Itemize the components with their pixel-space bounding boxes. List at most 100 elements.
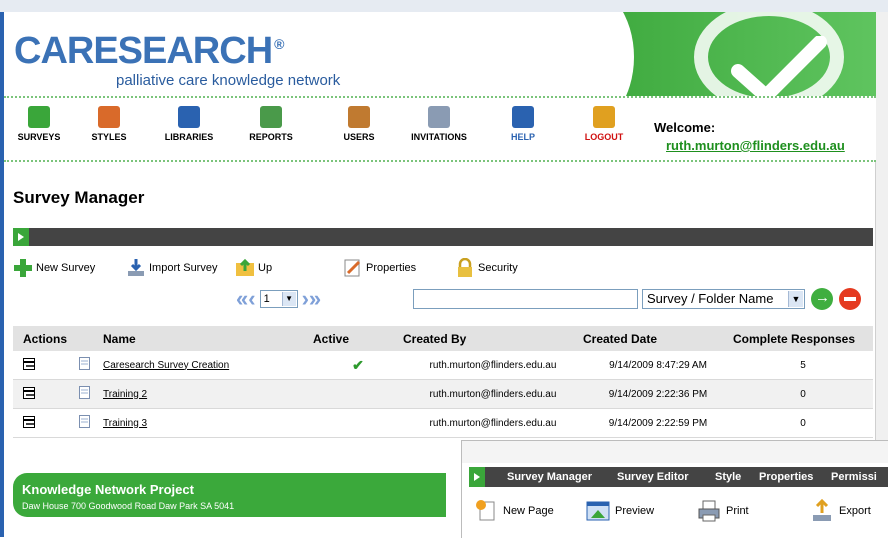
chevron-down-icon: ▼ (281, 292, 296, 306)
surveys-icon (28, 106, 50, 128)
editor-toolbar: New Page Preview Print Export (474, 497, 888, 527)
created-by-cell: ruth.murton@flinders.edu.au (403, 408, 583, 438)
document-icon (79, 351, 103, 380)
nav-label: HELP (510, 132, 535, 142)
tab-survey-editor[interactable]: Survey Editor (617, 471, 689, 483)
play-icon[interactable] (469, 467, 485, 487)
clear-search-button[interactable] (839, 288, 861, 310)
col-created-date[interactable]: Created Date (583, 326, 733, 351)
nav-reports[interactable]: REPORTS (236, 106, 306, 142)
col-complete-responses[interactable]: Complete Responses (733, 326, 873, 351)
reports-icon (260, 106, 282, 128)
actions-menu-icon[interactable] (13, 408, 79, 438)
survey-name-link[interactable]: Training 2 (103, 389, 147, 400)
table-header-row: Actions Name Active Created By Created D… (13, 326, 873, 351)
survey-table: Actions Name Active Created By Created D… (13, 326, 873, 438)
new-survey-button[interactable]: New Survey (13, 256, 95, 280)
preview-icon (586, 499, 610, 523)
created-date-cell: 9/14/2009 2:22:36 PM (583, 379, 733, 409)
user-email-link[interactable]: ruth.murton@flinders.edu.au (666, 138, 845, 153)
actions-menu-icon[interactable] (13, 379, 79, 409)
properties-icon (343, 258, 363, 278)
col-name[interactable]: Name (103, 326, 313, 351)
new-page-button[interactable]: New Page (474, 497, 554, 525)
nav-invitations[interactable]: INVITATIONS (404, 106, 474, 142)
export-label: Export (839, 505, 871, 517)
nav-surveys[interactable]: SURVEYS (4, 106, 74, 142)
nav-help[interactable]: HELP (488, 106, 558, 142)
header-checkmark-icon (694, 12, 844, 96)
folder-up-icon (235, 258, 255, 278)
next-page-icon[interactable]: › (302, 286, 310, 312)
search-go-button[interactable] (811, 288, 833, 310)
preview-label: Preview (615, 505, 655, 517)
footer-address: Daw House 700 Goodwood Road Daw Park SA … (22, 501, 235, 511)
responses-cell: 0 (733, 379, 873, 409)
responses-cell: 0 (733, 408, 873, 438)
site-tagline: palliative care knowledge network (116, 72, 341, 89)
search-input[interactable] (413, 289, 638, 309)
editor-tabs: Survey Manager Survey Editor Style Prope… (469, 467, 888, 487)
security-label: Security (478, 262, 518, 274)
export-icon (810, 498, 834, 523)
table-row: Training 3 ruth.murton@flinders.edu.au 9… (13, 408, 873, 438)
plus-icon (13, 258, 33, 278)
welcome-label: Welcome: (654, 120, 716, 135)
site-logo[interactable]: CARESEARCH ® (14, 30, 285, 73)
help-icon (512, 106, 534, 128)
libraries-icon (178, 106, 200, 128)
preview-button[interactable]: Preview (586, 497, 654, 525)
tab-style[interactable]: Style (715, 471, 741, 483)
print-label: Print (726, 505, 749, 517)
col-active[interactable]: Active (313, 326, 403, 351)
import-survey-label: Import Survey (149, 262, 218, 274)
users-icon (348, 106, 370, 128)
printer-icon (697, 499, 721, 523)
print-button[interactable]: Print (697, 497, 749, 525)
footer-title: Knowledge Network Project (22, 482, 194, 497)
pager: « ‹ 1 ▼ › » (236, 286, 321, 312)
page-select[interactable]: 1 ▼ (259, 290, 298, 308)
search-field-select[interactable]: Survey / Folder Name ▼ (642, 289, 805, 309)
survey-editor-panel: Survey Manager Survey Editor Style Prope… (461, 440, 888, 538)
nav-logout[interactable]: LOGOUT (569, 106, 639, 142)
page-title: Survey Manager (13, 188, 145, 207)
import-icon (126, 258, 146, 278)
col-created-by[interactable]: Created By (403, 326, 583, 351)
tab-permissions[interactable]: Permissi (831, 471, 877, 483)
responses-cell: 5 (733, 351, 873, 380)
created-date-cell: 9/14/2009 2:22:59 PM (583, 408, 733, 438)
nav-label: REPORTS (249, 132, 293, 142)
tab-survey-manager[interactable]: Survey Manager (507, 471, 592, 483)
security-button[interactable]: Security (455, 256, 518, 280)
first-page-icon[interactable]: « (236, 286, 248, 312)
table-row: Caresearch Survey Creation ✔ ruth.murton… (13, 351, 873, 380)
site-header: CARESEARCH ® palliative care knowledge ne… (4, 12, 876, 96)
survey-name-link[interactable]: Training 3 (103, 418, 147, 429)
tab-properties[interactable]: Properties (759, 471, 813, 483)
col-actions: Actions (13, 326, 79, 351)
nav-styles[interactable]: STYLES (74, 106, 144, 142)
import-survey-button[interactable]: Import Survey (126, 256, 217, 280)
chevron-down-icon: ▼ (788, 291, 803, 307)
nav-label: LIBRARIES (164, 132, 214, 142)
nav-libraries[interactable]: LIBRARIES (154, 106, 224, 142)
site-footer: Knowledge Network Project Daw House 700 … (13, 473, 446, 517)
nav-users[interactable]: USERS (324, 106, 394, 142)
up-label: Up (258, 262, 273, 274)
last-page-icon[interactable]: » (309, 286, 321, 312)
survey-name-link[interactable]: Caresearch Survey Creation (103, 360, 229, 371)
section-bar (13, 228, 873, 246)
active-cell (313, 379, 403, 409)
properties-button[interactable]: Properties (343, 256, 416, 280)
search-field-value: Survey / Folder Name (647, 291, 774, 306)
up-button[interactable]: Up (235, 256, 272, 280)
page-select-value: 1 (263, 293, 270, 305)
play-icon[interactable] (13, 228, 29, 246)
previous-page-icon[interactable]: ‹ (248, 286, 256, 312)
actions-menu-icon[interactable] (13, 351, 79, 380)
properties-label: Properties (366, 262, 417, 274)
created-by-cell: ruth.murton@flinders.edu.au (403, 351, 583, 380)
panel-top-strip (462, 441, 888, 463)
export-button[interactable]: Export (810, 497, 871, 525)
